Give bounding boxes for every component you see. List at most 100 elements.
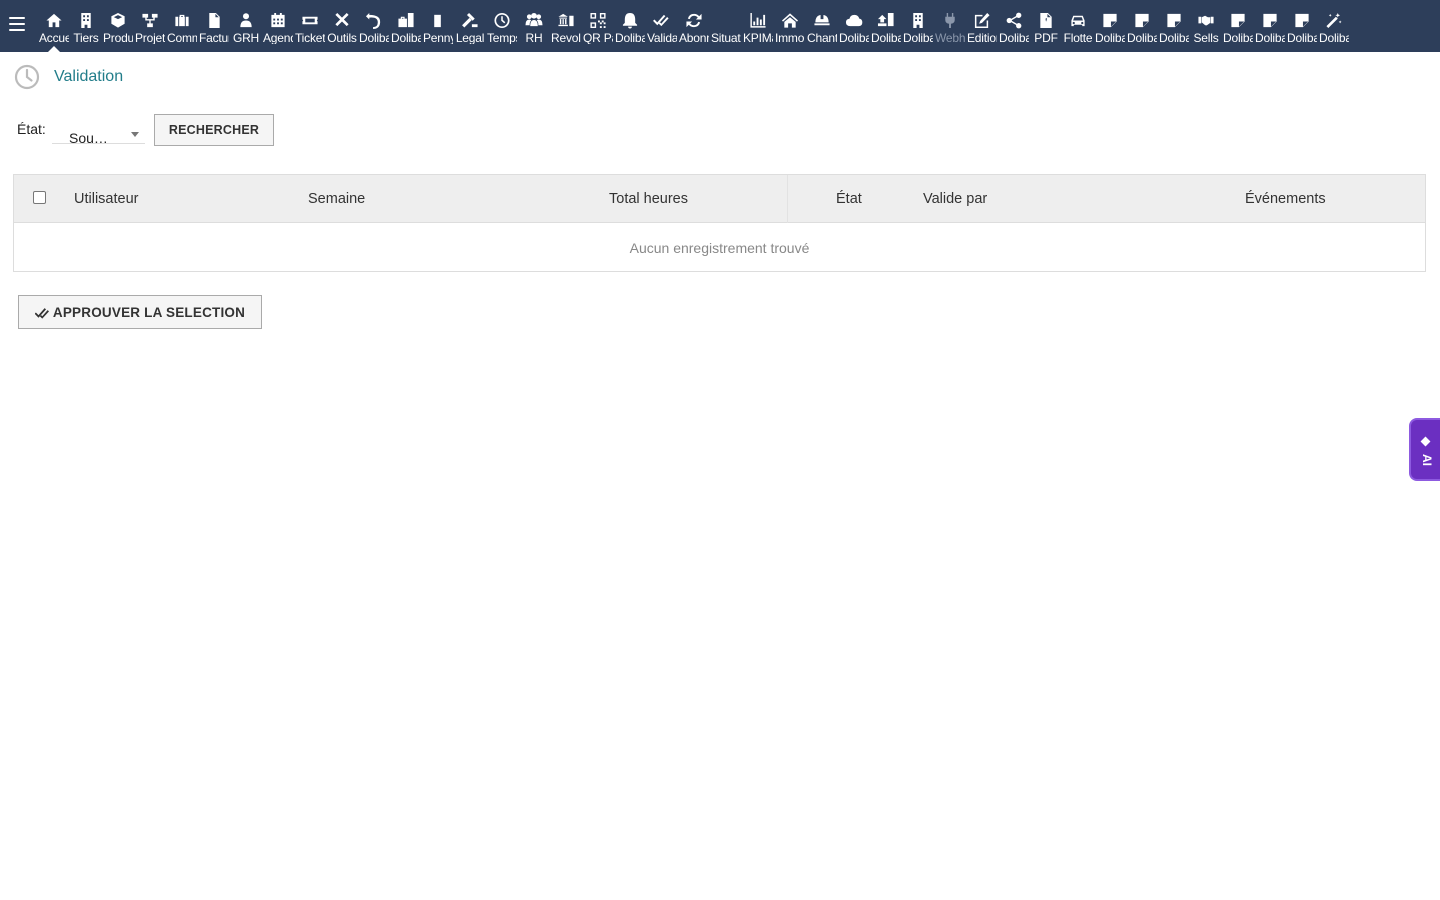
nav-item[interactable]: Tickets [294,0,326,52]
nav-item[interactable]: Penny [422,0,454,52]
nav-item[interactable]: Chantier [806,0,838,52]
nav-item-label: Dolibarr [871,32,901,44]
car-icon [1062,9,1094,31]
approve-selection-button[interactable]: APPROUVER LA SELECTION [18,295,262,329]
nav-item-label: Temps [487,32,517,44]
handshake-icon [1190,9,1222,31]
nav-item-label: Situation [711,32,741,44]
nav-item-label: Sells [1193,32,1219,44]
nav-item-label: Legal [455,32,485,44]
nav-item[interactable]: Validation [646,0,678,52]
nav-item-label: Chantier [807,32,837,44]
users-icon [230,9,262,31]
nav-item[interactable]: Dolibarr [1222,0,1254,52]
column-header-week[interactable]: Semaine [308,191,365,207]
nav-item[interactable]: QR Pay [582,0,614,52]
nav-item-label: Dolibarr [1319,32,1349,44]
nav-item[interactable]: Projets [134,0,166,52]
nav-item[interactable]: Dolibarr [998,0,1030,52]
nav-item-label: Dolibarr [903,32,933,44]
nav-item[interactable]: Facturation [198,0,230,52]
nav-item-label: GRH [232,32,260,44]
nav-item[interactable]: Dolibarr [1254,0,1286,52]
nav-item[interactable]: Dolibarr [614,0,646,52]
state-select[interactable]: Sou… [52,119,145,146]
nav-item[interactable]: Dolibarr [1286,0,1318,52]
note-icon [422,9,454,31]
nav-item[interactable]: Accueil [38,0,70,52]
nav-item[interactable]: Abonnements [678,0,710,52]
nav-item[interactable]: Sells [1190,0,1222,52]
nav-item[interactable]: Editions [966,0,998,52]
nav-item[interactable]: Dolibarr [1094,0,1126,52]
nav-item-label: Dolibarr [999,32,1029,44]
nav-item[interactable]: Dolibarr [902,0,934,52]
nav-item-label: Dolibarr [615,32,645,44]
sticky-note-icon [1158,9,1190,31]
nav-item-label: Agenda [263,32,293,44]
nav-item[interactable]: Produits [102,0,134,52]
nav-item[interactable]: KPIMax [742,0,774,52]
select-all-checkbox[interactable] [33,191,46,204]
caret-down-icon [131,132,139,137]
nav-item-label: KPIMax [743,32,773,44]
nav-item[interactable]: Dolibarr [390,0,422,52]
sticky-note-icon [1222,9,1254,31]
nav-item-label: RH [525,32,543,44]
ai-assistant-tab[interactable]: AI [1409,418,1440,481]
nav-item-label: Dolibarr [1255,32,1285,44]
nav-item-label: Accueil [39,32,69,44]
column-header-events[interactable]: Événements [1245,191,1326,207]
nav-item[interactable]: Outils [326,0,358,52]
nav-item[interactable]: Tiers [70,0,102,52]
nav-item[interactable]: Agenda [262,0,294,52]
invoice-icon [198,9,230,31]
nav-item[interactable]: Immobilier [774,0,806,52]
edit-icon [966,9,998,31]
cloud-icon [838,9,870,31]
column-divider [787,175,788,223]
state-select-value: Sou… [69,130,108,146]
nav-item[interactable]: Dolibarr [1126,0,1158,52]
nav-item[interactable]: GRH [230,0,262,52]
nav-item[interactable]: Flotte [1062,0,1094,52]
menu-icon[interactable] [9,17,25,31]
approve-selection-label: APPROUVER LA SELECTION [52,304,246,320]
column-header-total-hours[interactable]: Total heures [609,191,688,207]
nav-item-label: Immobilier [775,32,805,44]
nav-item[interactable]: Situation [710,0,742,52]
nav-item[interactable]: RH [518,0,550,52]
page-title: Validation [54,68,124,85]
bell-icon [614,9,646,31]
check-double-icon [34,307,49,319]
nav-item[interactable]: Commerce [166,0,198,52]
suitcase-icon [390,9,422,31]
nav-item[interactable]: PDF [1030,0,1062,52]
house-icon [774,9,806,31]
nav-item-label: Dolibarr [839,32,869,44]
nav-item-label: Penny [423,32,453,44]
nav-item-label: Produits [103,32,133,44]
column-header-validated-by[interactable]: Valide par [923,191,987,207]
nav-item[interactable]: Dolibarr [1158,0,1190,52]
nav-item[interactable]: Dolibarr [358,0,390,52]
column-header-user[interactable]: Utilisateur [74,191,138,207]
nav-item-label: Projets [135,32,165,44]
blank-icon [710,9,742,31]
empty-table-message: Aucun enregistrement trouvé [629,240,810,256]
pdf-icon [1030,9,1062,31]
nav-item[interactable]: Dolibarr [870,0,902,52]
nav-item-label: Revolut [551,32,581,44]
nav-item-label: Commerce [167,32,197,44]
column-header-state[interactable]: État [836,191,862,207]
sparkle-icon [1420,436,1431,447]
nav-item[interactable]: Temps [486,0,518,52]
nav-item[interactable]: Dolibarr [1318,0,1350,52]
nav-item[interactable]: Dolibarr [838,0,870,52]
nav-item[interactable]: Revolut [550,0,582,52]
nav-item-label: Editions [967,32,997,44]
search-button[interactable]: RECHERCHER [154,114,274,146]
nav-item[interactable]: Legal [454,0,486,52]
nav-item[interactable]: Webhook [934,0,966,52]
helmet-icon [806,9,838,31]
